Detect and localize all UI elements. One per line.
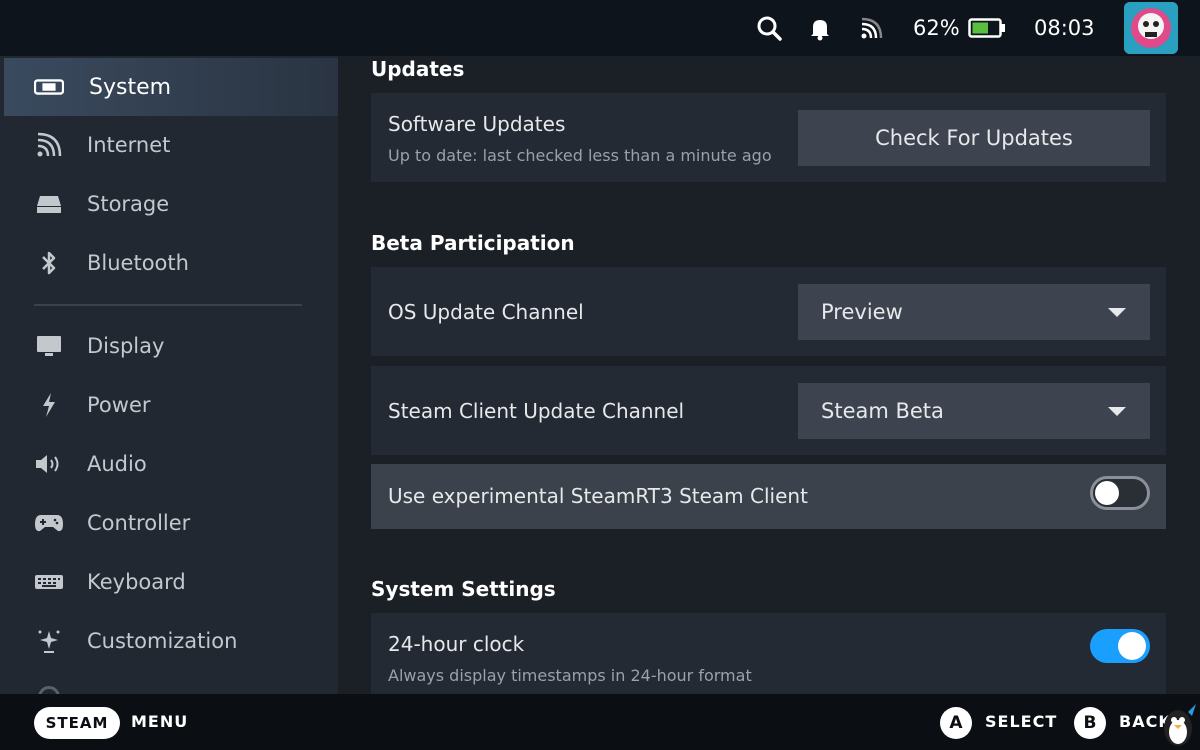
sidebar-item-label: Power: [87, 393, 151, 417]
client-update-channel-label: Steam Client Update Channel: [388, 399, 685, 423]
sidebar-item-internet[interactable]: Internet: [0, 116, 338, 174]
section-title-system-settings: System Settings: [371, 577, 556, 601]
wifi-icon[interactable]: [858, 14, 886, 42]
clock-24h-label: 24-hour clock: [388, 632, 525, 656]
search-icon[interactable]: [755, 14, 783, 42]
settings-content: Updates Software Updates Up to date: las…: [338, 56, 1200, 694]
sidebar-item-label: System: [89, 74, 172, 100]
software-updates-status: Up to date: last checked less than a min…: [388, 146, 772, 165]
sidebar-item-keyboard[interactable]: Keyboard: [0, 553, 338, 611]
bell-icon[interactable]: [806, 14, 834, 42]
clock-24h-description: Always display timestamps in 24-hour for…: [388, 666, 752, 685]
steam-button[interactable]: STEAM: [34, 707, 120, 739]
client-update-channel-dropdown[interactable]: Steam Beta: [798, 383, 1150, 439]
menu-hint: MENU: [131, 712, 189, 731]
experimental-client-toggle[interactable]: [1090, 476, 1150, 510]
os-update-channel-label: OS Update Channel: [388, 300, 584, 324]
sidebar-item-label: Display: [87, 334, 165, 358]
lightning-icon: [34, 391, 64, 419]
battery-percent: 62%: [913, 16, 960, 40]
status-bar: 62% 08:03: [0, 0, 1200, 56]
keyboard-icon: [34, 568, 64, 596]
sidebar: System Internet Storage Bluetooth Displa…: [0, 56, 338, 694]
sidebar-item-label: Customization: [87, 629, 238, 653]
os-update-channel-dropdown[interactable]: Preview: [798, 284, 1150, 340]
sidebar-item-customization[interactable]: Customization: [0, 612, 338, 670]
sidebar-divider: [34, 304, 302, 306]
sidebar-item-controller[interactable]: Controller: [0, 494, 338, 552]
system-icon: [34, 73, 64, 101]
toggle-knob: [1118, 632, 1146, 660]
speaker-icon: [34, 450, 64, 478]
experimental-client-row[interactable]: Use experimental SteamRT3 Steam Client: [371, 464, 1166, 529]
sidebar-item-bluetooth[interactable]: Bluetooth: [0, 234, 338, 292]
sidebar-item-audio[interactable]: Audio: [0, 435, 338, 493]
gamepad-icon: [34, 509, 64, 537]
os-update-channel-value: Preview: [821, 300, 903, 324]
sidebar-item-label: Internet: [87, 133, 171, 157]
avatar[interactable]: [1124, 2, 1178, 54]
software-updates-row: Software Updates Up to date: last checke…: [371, 93, 1166, 182]
sidebar-item-storage[interactable]: Storage: [0, 175, 338, 233]
clock-24h-toggle[interactable]: [1090, 629, 1150, 663]
check-for-updates-button[interactable]: Check For Updates: [798, 110, 1150, 166]
sidebar-item-display[interactable]: Display: [0, 317, 338, 375]
sidebar-next-item-icon: [38, 686, 60, 694]
wifi-icon: [34, 131, 64, 159]
toggle-knob: [1095, 481, 1119, 505]
clock: 08:03: [1034, 16, 1095, 40]
sidebar-item-power[interactable]: Power: [0, 376, 338, 434]
b-button-icon[interactable]: B: [1074, 707, 1106, 739]
a-button-icon[interactable]: A: [940, 707, 972, 739]
clock-24h-row: 24-hour clock Always display timestamps …: [371, 613, 1166, 694]
sidebar-item-system[interactable]: System: [4, 58, 338, 116]
section-title-beta: Beta Participation: [371, 231, 575, 255]
sidebar-item-label: Controller: [87, 511, 191, 535]
mascot-icon: [1152, 694, 1200, 750]
experimental-client-label: Use experimental SteamRT3 Steam Client: [388, 484, 808, 508]
sidebar-item-label: Keyboard: [87, 570, 186, 594]
sidebar-item-label: Bluetooth: [87, 251, 189, 275]
sparkle-icon: [34, 627, 64, 655]
sidebar-item-label: Storage: [87, 192, 170, 216]
chevron-down-icon: [1108, 308, 1126, 317]
bluetooth-icon: [34, 249, 64, 277]
client-update-channel-row: Steam Client Update Channel Steam Beta: [371, 366, 1166, 455]
battery-icon: [968, 14, 1006, 42]
section-title-updates: Updates: [371, 57, 465, 81]
select-hint: SELECT: [985, 712, 1058, 731]
client-update-channel-value: Steam Beta: [821, 399, 944, 423]
software-updates-label: Software Updates: [388, 112, 566, 136]
os-update-channel-row: OS Update Channel Preview: [371, 267, 1166, 356]
monitor-icon: [34, 332, 64, 360]
storage-icon: [34, 190, 64, 218]
sidebar-item-label: Audio: [87, 452, 147, 476]
bottom-bar: STEAM MENU A SELECT B BACK: [0, 694, 1200, 750]
chevron-down-icon: [1108, 407, 1126, 416]
